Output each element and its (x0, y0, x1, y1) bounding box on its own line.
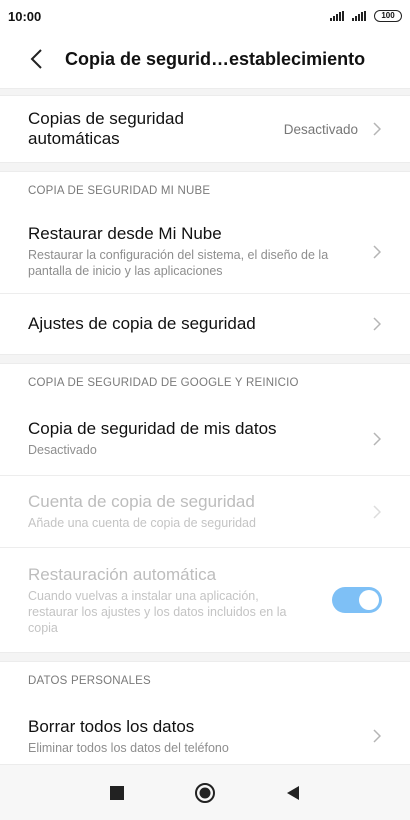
auto-restore-subtitle: Cuando vuelvas a instalar una aplicación… (28, 588, 287, 635)
status-time: 10:00 (8, 8, 42, 24)
signal-icon (352, 11, 366, 21)
section-header-google: COPIA DE SEGURIDAD DE GOOGLE Y REINICIO (28, 377, 299, 389)
chevron-right-icon (372, 244, 382, 260)
erase-all-row[interactable]: Borrar todos los datos Eliminar todos lo… (0, 700, 410, 772)
chevron-right-icon (372, 431, 382, 447)
auto-restore-row: Restauración automática Cuando vuelvas a… (0, 548, 410, 652)
triangle-back-icon[interactable] (280, 780, 306, 806)
signal-icon (330, 11, 344, 21)
circle-icon[interactable] (192, 780, 218, 806)
divider (0, 354, 410, 364)
backup-my-data-row[interactable]: Copia de seguridad de mis datos Desactiv… (0, 402, 410, 476)
backup-account-text: Cuenta de copia de seguridad Añade una c… (28, 492, 372, 531)
divider (0, 162, 410, 172)
restore-mi-cloud-title: Restaurar desde Mi Nube (28, 224, 222, 243)
battery-icon: 100 (374, 10, 402, 22)
toggle-knob (359, 590, 379, 610)
settings-list: Copias de seguridad automáticas Desactiv… (0, 88, 410, 772)
backup-my-data-text: Copia de seguridad de mis datos Desactiv… (28, 419, 372, 458)
restore-mi-cloud-row[interactable]: Restaurar desde Mi Nube Restaurar la con… (0, 210, 410, 294)
backup-account-row[interactable]: Cuenta de copia de seguridad Añade una c… (0, 476, 410, 548)
back-arrow-icon[interactable] (22, 45, 50, 73)
auto-backup-title-1: Copias de seguridad (28, 109, 184, 128)
backup-account-title: Cuenta de copia de seguridad (28, 492, 255, 511)
restore-mi-cloud-subtitle: Restaurar la configuración del sistema, … (28, 248, 329, 278)
chevron-right-icon (372, 121, 382, 137)
auto-backup-value: Desactivado (283, 121, 358, 137)
auto-backup-text: Copias de seguridad automáticas (28, 109, 284, 149)
erase-all-text: Borrar todos los datos Eliminar todos lo… (28, 717, 372, 756)
erase-all-subtitle: Eliminar todos los datos del teléfono (28, 740, 229, 755)
auto-restore-title: Restauración automática (28, 564, 217, 584)
erase-all-title: Borrar todos los datos (28, 716, 195, 736)
auto-restore-toggle[interactable] (332, 587, 382, 613)
navigation-bar (0, 764, 410, 820)
backup-account-subtitle: Añade una cuenta de copia de seguridad (28, 516, 256, 530)
divider (0, 652, 410, 662)
backup-settings-text: Ajustes de copia de seguridad (28, 314, 372, 334)
backup-my-data-subtitle: Desactivado (28, 443, 97, 457)
backup-my-data-title: Copia de seguridad de mis datos (28, 419, 277, 438)
section-header-personal: DATOS PERSONALES (28, 675, 151, 687)
backup-settings-title: Ajustes de copia de seguridad (28, 314, 256, 333)
page-title: Copia de segurid…establecimiento (65, 48, 366, 69)
title-bar: Copia de segurid…establecimiento (0, 36, 410, 82)
battery-level: 100 (381, 11, 395, 20)
chevron-right-icon (372, 316, 382, 332)
auto-backup-row[interactable]: Copias de seguridad automáticas Desactiv… (0, 96, 410, 162)
section-header-mi-cloud: COPIA DE SEGURIDAD MI NUBE (28, 185, 211, 197)
status-icons: 100 (330, 10, 402, 22)
restore-mi-cloud-text: Restaurar desde Mi Nube Restaurar la con… (28, 224, 366, 279)
chevron-right-icon (372, 504, 382, 520)
auto-backup-title-2: automáticas (28, 129, 120, 148)
auto-restore-text: Restauración automática Cuando vuelvas a… (28, 565, 332, 636)
chevron-right-icon (372, 728, 382, 744)
backup-settings-row[interactable]: Ajustes de copia de seguridad (0, 294, 410, 354)
status-bar: 10:00 100 (0, 0, 410, 32)
square-icon[interactable] (104, 780, 130, 806)
divider (0, 88, 410, 96)
